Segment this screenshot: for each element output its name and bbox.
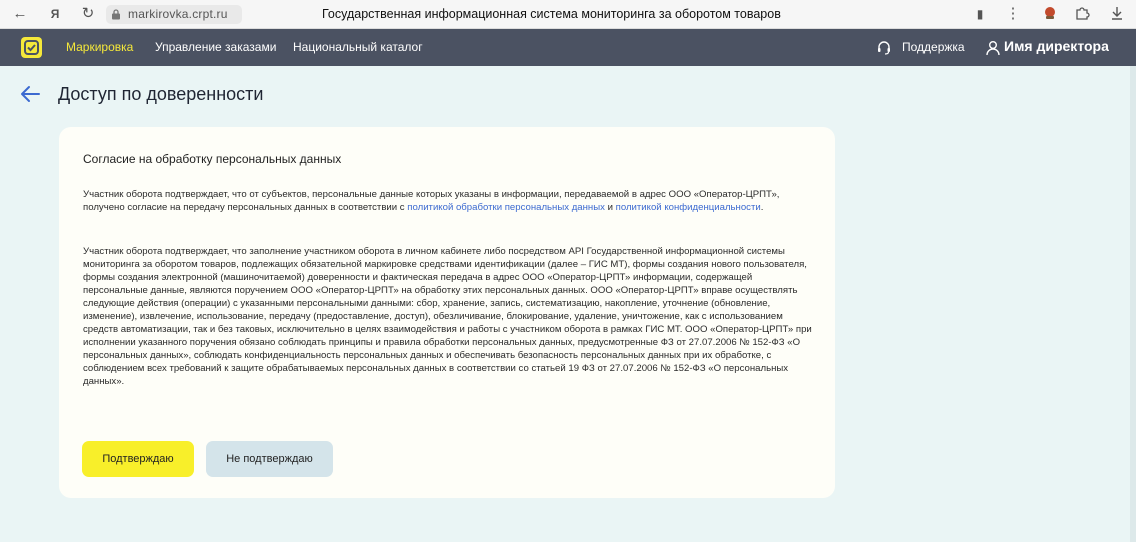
nav-item-orders[interactable]: Управление заказами [155, 40, 276, 54]
consent-paragraph-2: Участник оборота подтверждает, что запол… [83, 246, 812, 387]
browser-page-title: Государственная информационная система м… [322, 7, 781, 21]
app-navbar: Маркировка Управление заказами Националь… [0, 29, 1136, 66]
confidentiality-policy-link[interactable]: политикой конфиденциальности [616, 202, 761, 213]
paragraph-1-conjunction: и [604, 202, 616, 213]
puzzle-icon[interactable] [1073, 5, 1091, 23]
logo-icon[interactable] [21, 37, 42, 58]
scrollbar[interactable] [1130, 66, 1136, 542]
support-label: Поддержка [902, 40, 965, 54]
bookmark-icon[interactable]: ▮ [971, 5, 989, 23]
menu-dots-icon[interactable]: ⋮ [1004, 5, 1022, 23]
lock-icon [112, 9, 120, 20]
download-icon[interactable] [1108, 5, 1126, 23]
address-bar[interactable]: markirovka.crpt.ru [106, 5, 242, 24]
consent-card: Согласие на обработку персональных данны… [59, 127, 835, 498]
url-text: markirovka.crpt.ru [128, 7, 228, 21]
back-arrow-icon[interactable] [20, 85, 40, 103]
consent-title: Согласие на обработку персональных данны… [83, 152, 342, 166]
paragraph-1-end: . [760, 202, 764, 213]
privacy-processing-policy-link[interactable]: политикой обработки персональных данных [407, 202, 605, 213]
extension-icon[interactable] [1041, 5, 1059, 23]
user-name: Имя директора [1004, 38, 1109, 54]
consent-paragraph-1: Участник оборота подтверждает, что от су… [83, 188, 813, 214]
headset-icon [878, 41, 890, 55]
confirm-button[interactable]: Подтверждаю [82, 441, 194, 477]
decline-button[interactable]: Не подтверждаю [206, 441, 333, 477]
yandex-icon[interactable]: Я [46, 5, 64, 23]
page-title: Доступ по доверенности [58, 84, 264, 104]
back-icon[interactable]: ← [11, 5, 29, 23]
browser-toolbar: ← Я ↻ markirovka.crpt.ru Государственная… [0, 0, 1136, 29]
nav-item-catalog[interactable]: Национальный каталог [293, 40, 423, 54]
reload-icon[interactable]: ↻ [79, 5, 97, 23]
user-icon [986, 41, 1000, 56]
nav-item-marking[interactable]: Маркировка [66, 40, 133, 54]
